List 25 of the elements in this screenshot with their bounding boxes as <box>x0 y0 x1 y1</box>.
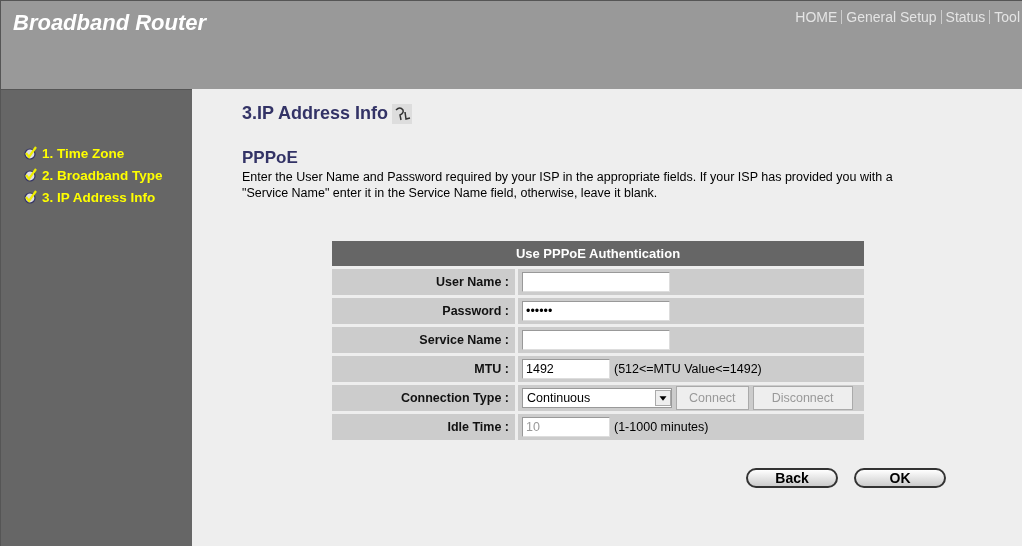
input-field[interactable] <box>522 272 670 292</box>
field-label: User Name : <box>332 269 515 295</box>
input-field[interactable]: 1492 <box>522 359 610 379</box>
field-label: Idle Time : <box>332 414 515 440</box>
dropdown[interactable]: Continuous <box>522 388 672 408</box>
input-field[interactable]: •••••• <box>522 301 670 321</box>
caret-icon <box>655 390 671 406</box>
form-header: Use PPPoE Authentication <box>332 241 864 266</box>
section-title: PPPoE <box>242 148 299 168</box>
sidebar-item[interactable]: 3. IP Address Info <box>42 189 156 205</box>
field-label: Service Name : <box>332 327 515 353</box>
field-label: Password : <box>332 298 515 324</box>
description-text: Enter the User Name and Password required by your ISP in the appropriate fields. If your ISP has provided you with a "Service Name" enter it in the Service Name field, otherwise, leave it blank. <box>242 169 894 201</box>
help-icon[interactable] <box>392 103 413 124</box>
hint-text: (1-1000 minutes) <box>614 420 709 434</box>
nav-button[interactable]: Back <box>746 468 838 488</box>
nav-button[interactable]: OK <box>854 468 946 488</box>
input-field[interactable] <box>522 330 670 350</box>
hint-text: (512<=MTU Value<=1492) <box>614 362 762 376</box>
sidebar-item[interactable]: 1. Time Zone <box>42 145 125 161</box>
field-label: Connection Type : <box>332 385 515 411</box>
page-title: 3.IP Address Info <box>242 103 389 124</box>
router-title: Broadband Router <box>13 10 207 36</box>
field-label: MTU : <box>332 356 515 382</box>
sidebar-item[interactable]: 2. Broadband Type <box>42 167 163 183</box>
